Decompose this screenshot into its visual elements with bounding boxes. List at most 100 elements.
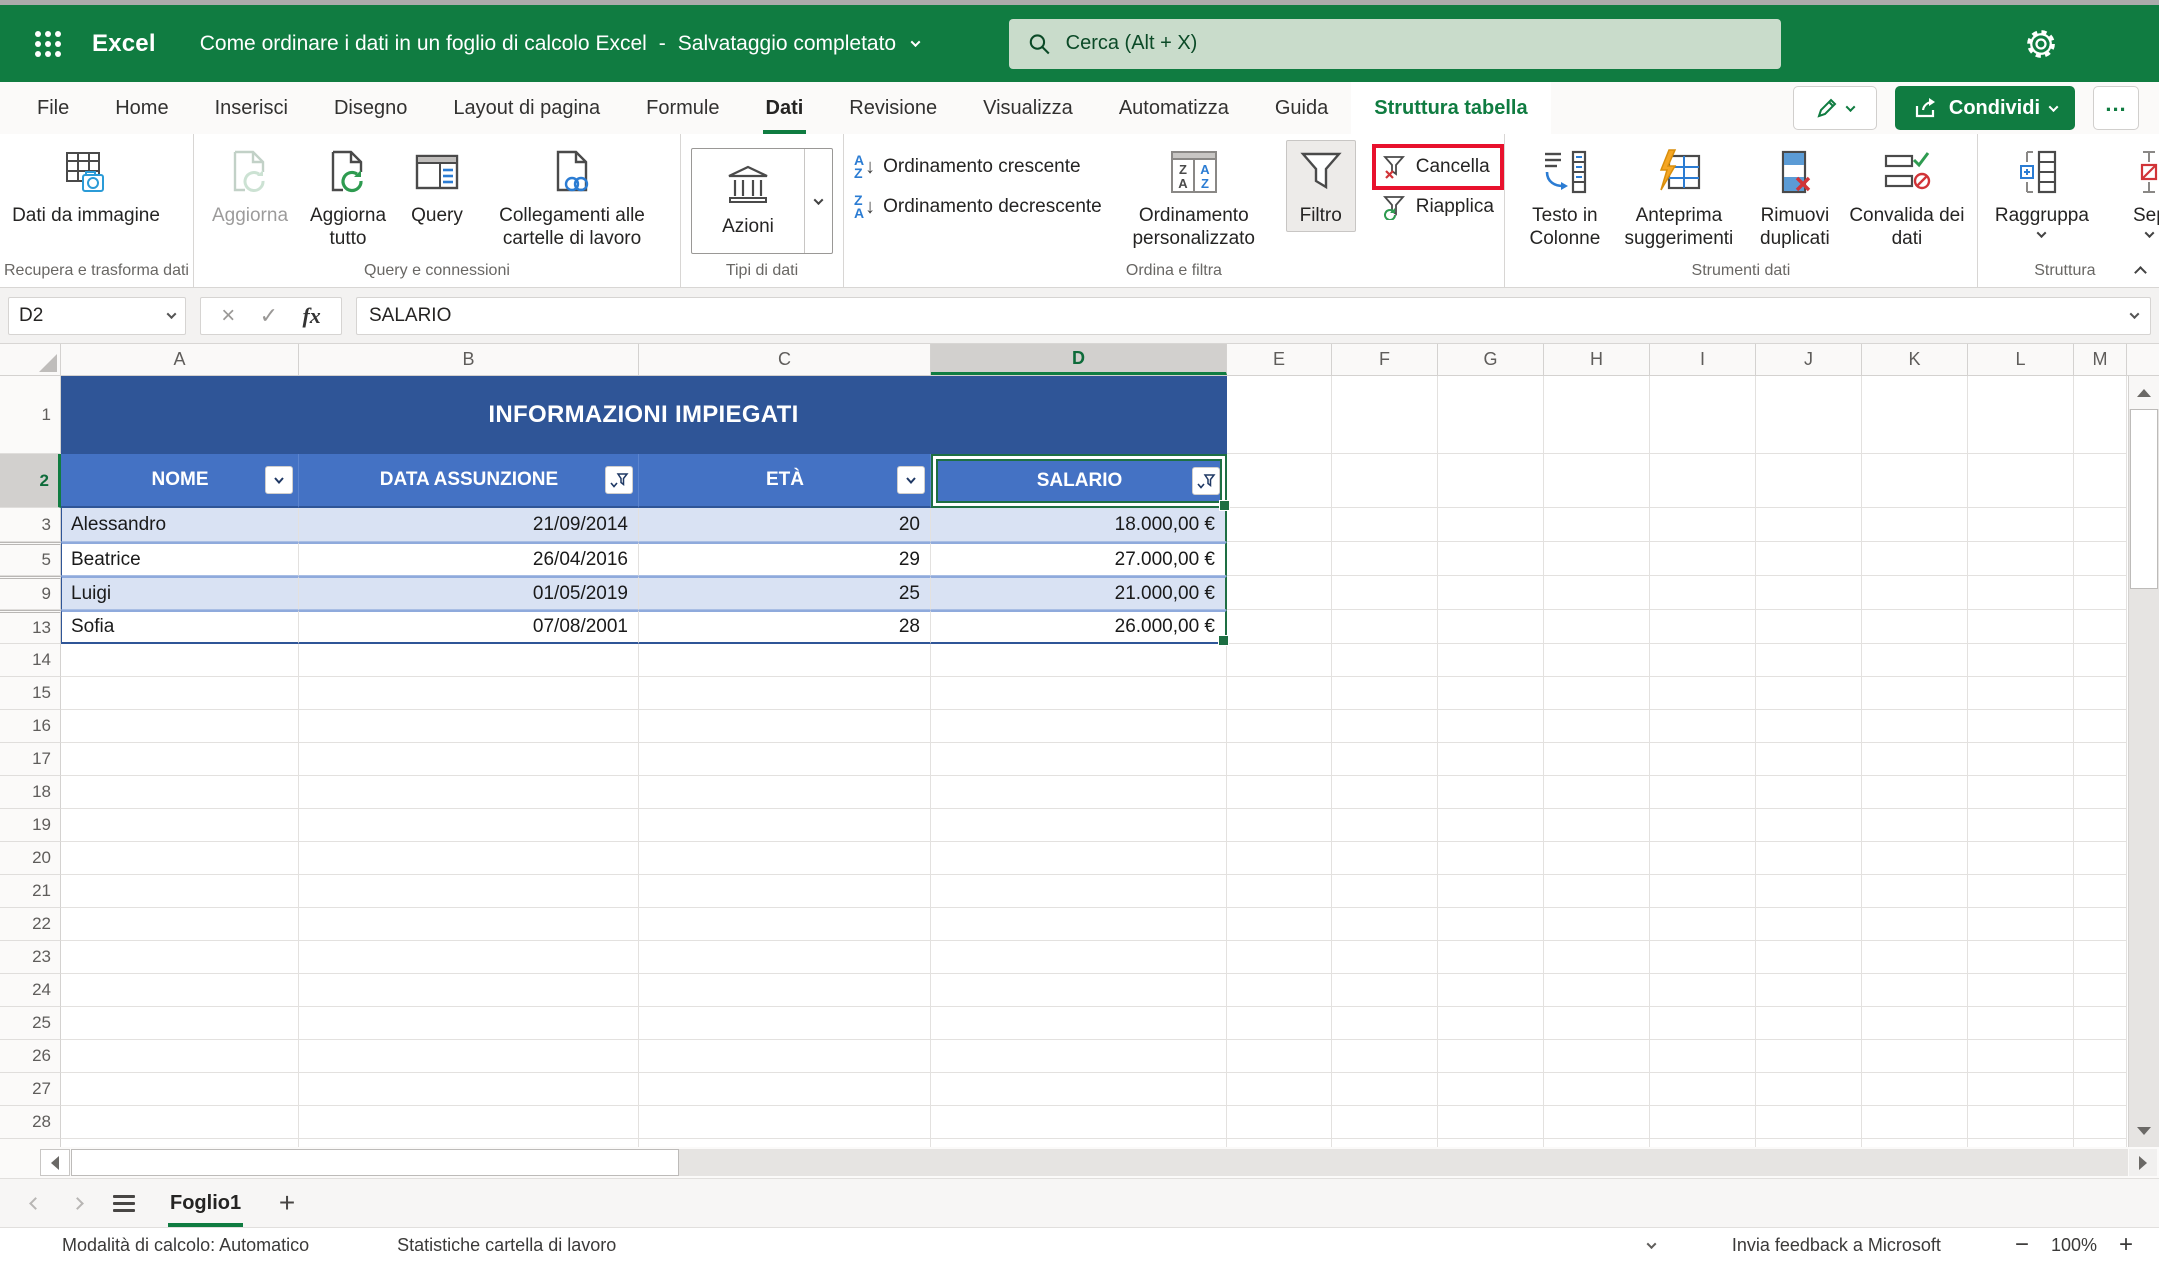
- cell-M20[interactable]: [2074, 842, 2127, 875]
- tab-dati[interactable]: Dati: [743, 82, 827, 134]
- cell-K25[interactable]: [1862, 1007, 1968, 1040]
- row-header-17[interactable]: 17: [0, 743, 61, 776]
- cell-B15[interactable]: [299, 677, 639, 710]
- cell-C19[interactable]: [639, 809, 931, 842]
- row-header-13[interactable]: 13: [0, 610, 61, 644]
- cell-C21[interactable]: [639, 875, 931, 908]
- cell-F9[interactable]: [1332, 576, 1438, 610]
- column-header-B[interactable]: B: [299, 344, 639, 375]
- cell-J15[interactable]: [1756, 677, 1862, 710]
- cell-L22[interactable]: [1968, 908, 2074, 941]
- cell-H1[interactable]: [1544, 376, 1650, 454]
- cell-J9[interactable]: [1756, 576, 1862, 610]
- flash-fill-button[interactable]: Anteprima suggerimenti: [1615, 140, 1743, 250]
- name-box[interactable]: D2: [8, 297, 186, 335]
- cell-F26[interactable]: [1332, 1040, 1438, 1073]
- cell-G25[interactable]: [1438, 1007, 1544, 1040]
- cell-M27[interactable]: [2074, 1073, 2127, 1106]
- column-header-C[interactable]: C: [639, 344, 931, 375]
- cell-J13[interactable]: [1756, 610, 1862, 644]
- tab-file[interactable]: File: [14, 82, 92, 134]
- table-cell-age-row9[interactable]: 25: [639, 576, 931, 610]
- cell-I24[interactable]: [1650, 974, 1756, 1007]
- cell-A14[interactable]: [61, 644, 299, 677]
- cell-J20[interactable]: [1756, 842, 1862, 875]
- confirm-entry-icon[interactable]: ✓: [260, 303, 278, 329]
- cell-E25[interactable]: [1227, 1007, 1332, 1040]
- cell-K22[interactable]: [1862, 908, 1968, 941]
- cell-A24[interactable]: [61, 974, 299, 1007]
- cell-B26[interactable]: [299, 1040, 639, 1073]
- scroll-right-button[interactable]: [2129, 1149, 2157, 1176]
- cell-K18[interactable]: [1862, 776, 1968, 809]
- row-header-24[interactable]: 24: [0, 974, 61, 1007]
- row-header-2[interactable]: 2: [0, 454, 61, 508]
- cell-G13[interactable]: [1438, 610, 1544, 644]
- cell-C14[interactable]: [639, 644, 931, 677]
- cell-G23[interactable]: [1438, 941, 1544, 974]
- cell-B17[interactable]: [299, 743, 639, 776]
- cell-G15[interactable]: [1438, 677, 1544, 710]
- cell-K5[interactable]: [1862, 542, 1968, 576]
- cell-E18[interactable]: [1227, 776, 1332, 809]
- cell-D16[interactable]: [931, 710, 1227, 743]
- cell-J25[interactable]: [1756, 1007, 1862, 1040]
- cell-B23[interactable]: [299, 941, 639, 974]
- filter-button[interactable]: Filtro: [1286, 140, 1356, 232]
- remove-duplicates-button[interactable]: Rimuovi duplicati: [1743, 140, 1847, 250]
- cell-F2[interactable]: [1332, 454, 1438, 508]
- insert-function-icon[interactable]: fx: [302, 303, 320, 329]
- cell-L21[interactable]: [1968, 875, 2074, 908]
- cell-E14[interactable]: [1227, 644, 1332, 677]
- cell-D28[interactable]: [931, 1106, 1227, 1139]
- cell-F15[interactable]: [1332, 677, 1438, 710]
- settings-button[interactable]: [2019, 22, 2063, 66]
- cell-L27[interactable]: [1968, 1073, 2074, 1106]
- zoom-in-button[interactable]: +: [2119, 1233, 2133, 1257]
- refresh-button[interactable]: Aggiorna: [204, 140, 296, 227]
- cell-L23[interactable]: [1968, 941, 2074, 974]
- cell-F13[interactable]: [1332, 610, 1438, 644]
- data-from-picture-button[interactable]: Dati da immagine: [10, 140, 162, 227]
- cell-M14[interactable]: [2074, 644, 2127, 677]
- cell-B20[interactable]: [299, 842, 639, 875]
- tab-inserisci[interactable]: Inserisci: [192, 82, 311, 134]
- cell-M28[interactable]: [2074, 1106, 2127, 1139]
- cell-A16[interactable]: [61, 710, 299, 743]
- table-cell-salary-row3[interactable]: 18.000,00 €: [931, 508, 1227, 542]
- cell-E1[interactable]: [1227, 376, 1332, 454]
- feedback-link[interactable]: Invia feedback a Microsoft: [1732, 1235, 1941, 1256]
- cell-K28[interactable]: [1862, 1106, 1968, 1139]
- cell-J19[interactable]: [1756, 809, 1862, 842]
- table-cell-name-row5[interactable]: Beatrice: [61, 542, 299, 576]
- cell-J2[interactable]: [1756, 454, 1862, 508]
- vertical-scrollbar[interactable]: [2128, 376, 2159, 1147]
- queries-button[interactable]: Query: [400, 140, 474, 227]
- cell-M9[interactable]: [2074, 576, 2127, 610]
- cell-G14[interactable]: [1438, 644, 1544, 677]
- cell-L29[interactable]: [1968, 1139, 2074, 1147]
- cell-B29[interactable]: [299, 1139, 639, 1147]
- column-header-E[interactable]: E: [1227, 344, 1332, 375]
- search-box[interactable]: [1009, 19, 1781, 69]
- cell-L18[interactable]: [1968, 776, 2074, 809]
- cell-G26[interactable]: [1438, 1040, 1544, 1073]
- cancel-entry-icon[interactable]: ×: [221, 302, 235, 330]
- cell-G29[interactable]: [1438, 1139, 1544, 1147]
- cell-A17[interactable]: [61, 743, 299, 776]
- cell-L3[interactable]: [1968, 508, 2074, 542]
- cell-K13[interactable]: [1862, 610, 1968, 644]
- table-cell-salary-row13[interactable]: 26.000,00 €: [931, 610, 1227, 644]
- column-header-J[interactable]: J: [1756, 344, 1862, 375]
- column-header-A[interactable]: A: [61, 344, 299, 375]
- editing-mode-button[interactable]: [1793, 86, 1877, 130]
- cell-M24[interactable]: [2074, 974, 2127, 1007]
- cell-J5[interactable]: [1756, 542, 1862, 576]
- cell-J17[interactable]: [1756, 743, 1862, 776]
- cell-I5[interactable]: [1650, 542, 1756, 576]
- app-launcher-icon[interactable]: [26, 22, 70, 66]
- cell-L14[interactable]: [1968, 644, 2074, 677]
- workbook-links-button[interactable]: Collegamenti alle cartelle di lavoro: [474, 140, 670, 250]
- cell-K19[interactable]: [1862, 809, 1968, 842]
- cell-A26[interactable]: [61, 1040, 299, 1073]
